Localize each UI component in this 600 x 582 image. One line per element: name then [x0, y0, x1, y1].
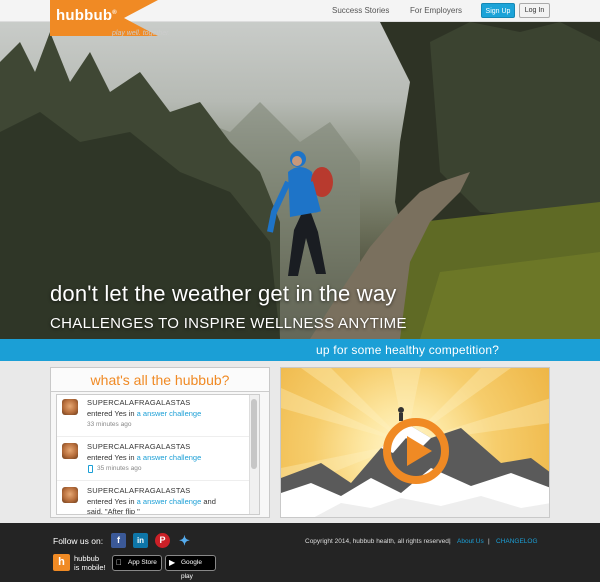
mobile-promo-line1: hubbub [74, 554, 100, 563]
scrollbar-thumb[interactable] [251, 399, 257, 469]
avatar[interactable] [62, 443, 78, 459]
feed-quote: said, "After flip " [87, 507, 140, 515]
logo[interactable]: hubbub® [56, 7, 117, 24]
app-store-label: App Store [128, 559, 157, 566]
google-play-icon: ▶ [169, 558, 176, 567]
footer-separator: | [488, 538, 490, 545]
challenge-link[interactable]: a answer challenge [137, 497, 202, 506]
banner-text: up for some healthy competition? [316, 343, 500, 357]
apple-icon:  [116, 558, 122, 568]
twitter-icon[interactable]: ✦ [177, 533, 192, 548]
hero-banner: don't let the weather get in the way CHA… [0, 22, 600, 339]
challenge-link[interactable]: a answer challenge [137, 409, 202, 418]
feed-user-name[interactable]: SUPERCALAFRAGALASTAS [87, 442, 190, 451]
feed-action: entered Yes in a answer challenge and [87, 497, 216, 506]
nav-success-stories-link[interactable]: Success Stories [332, 6, 389, 15]
mobile-promo-text: hubbub is mobile! [74, 554, 106, 572]
content-area: what's all the hubbub? SUPERCALAFRAGALAS… [0, 361, 600, 523]
app-store-button[interactable]:  App Store [112, 555, 162, 571]
activity-feed-panel: what's all the hubbub? SUPERCALAFRAGALAS… [50, 367, 270, 518]
feed-user-name[interactable]: SUPERCALAFRAGALASTAS [87, 486, 190, 495]
linkedin-icon[interactable]: in [133, 533, 148, 548]
feed-item: SUPERCALAFRAGALASTAS entered Yes in a an… [57, 437, 251, 481]
pinterest-icon[interactable]: P [155, 533, 170, 548]
feed-item: SUPERCALAFRAGALASTAS entered Yes in a an… [57, 395, 251, 437]
log-in-button[interactable]: Log In [519, 3, 550, 18]
hubbub-mobile-logo-icon: h [53, 554, 70, 571]
about-us-link[interactable]: About Us [457, 538, 484, 545]
feed-timestamp: 33 minutes ago [87, 421, 132, 428]
feed-action: entered Yes in a answer challenge [87, 409, 201, 418]
mobile-promo-line2: is mobile! [74, 563, 106, 572]
feed-scrollbar[interactable] [249, 395, 259, 514]
copyright-text: Copyright 2014, hubbub health, all right… [305, 538, 451, 545]
sign-up-button[interactable]: Sign Up [481, 3, 515, 18]
feed-action-text: entered Yes in [87, 453, 135, 462]
nav-for-employers-link[interactable]: For Employers [410, 6, 462, 15]
feed-user-name[interactable]: SUPERCALAFRAGALASTAS [87, 398, 190, 407]
video-player[interactable] [280, 367, 550, 518]
footer: Follow us on: f in P ✦ h hubbub is mobile… [0, 523, 600, 582]
tagline: play well. together. [112, 30, 171, 37]
hero-title: don't let the weather get in the way [50, 281, 397, 306]
feed-action: entered Yes in a answer challenge [87, 453, 201, 462]
play-icon[interactable] [381, 416, 451, 486]
feed-item: SUPERCALAFRAGALASTAS entered Yes in a an… [57, 481, 251, 515]
avatar[interactable] [62, 399, 78, 415]
facebook-icon[interactable]: f [111, 533, 126, 548]
avatar[interactable] [62, 487, 78, 503]
challenge-link[interactable]: a answer challenge [137, 453, 202, 462]
blue-banner: up for some healthy competition? [0, 339, 600, 361]
mobile-device-icon [88, 465, 93, 473]
activity-feed-list[interactable]: SUPERCALAFRAGALASTAS entered Yes in a an… [56, 394, 260, 515]
follow-us-label: Follow us on: [53, 536, 104, 546]
google-play-label: Google play [181, 559, 202, 580]
changelog-link[interactable]: CHANGELOG [496, 538, 538, 545]
logo-registered-mark: ® [112, 10, 117, 16]
hero-subtitle: CHALLENGES TO INSPIRE WELLNESS ANYTIME [50, 315, 407, 332]
feed-timestamp: 35 minutes ago [97, 465, 142, 472]
footer-separator: | [449, 538, 451, 545]
feed-heading: what's all the hubbub? [51, 368, 269, 392]
google-play-button[interactable]: ▶ Google play [165, 555, 216, 580]
feed-action-text: entered Yes in [87, 409, 135, 418]
feed-action-extra: and [203, 497, 216, 506]
logo-text: hubbub [56, 7, 113, 24]
feed-action-text: entered Yes in [87, 497, 135, 506]
